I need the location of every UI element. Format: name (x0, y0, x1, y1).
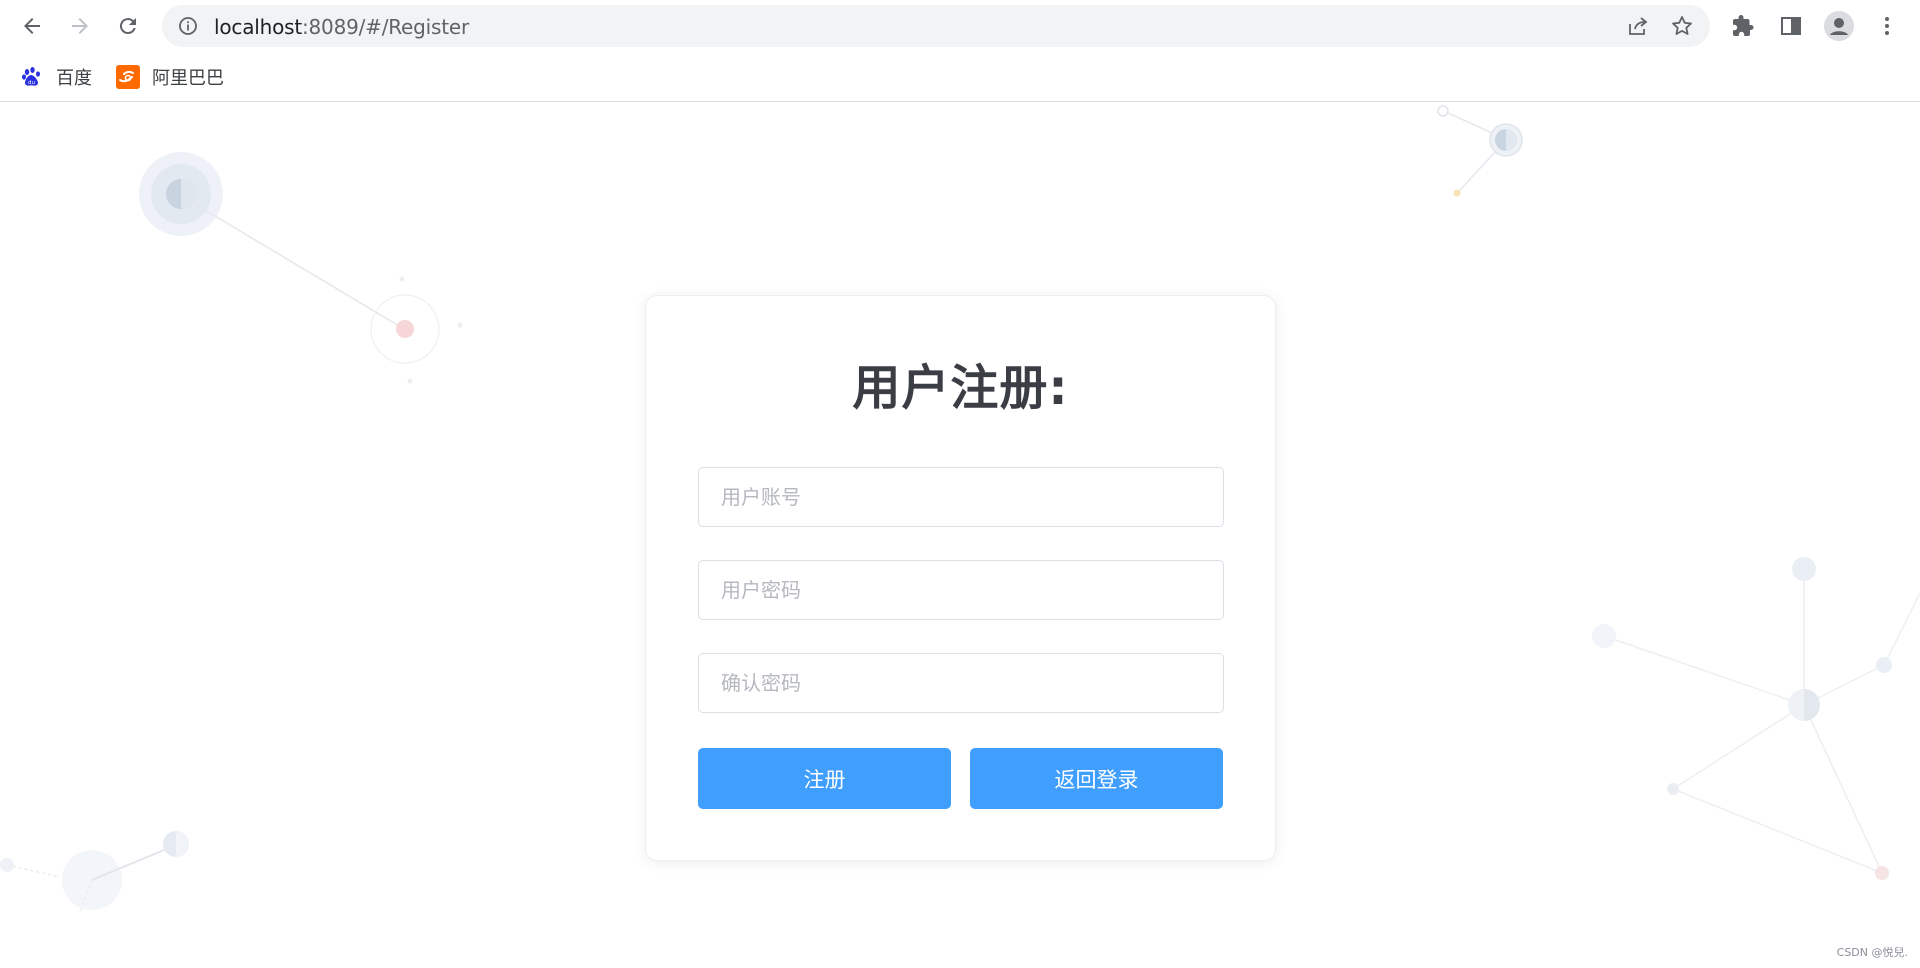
back-button[interactable] (16, 10, 48, 42)
baidu-icon: du (20, 65, 44, 89)
url-text[interactable]: localhost:8089/#/Register (214, 15, 469, 39)
info-icon[interactable] (178, 16, 198, 36)
confirm-password-field[interactable] (698, 653, 1224, 713)
bookmark-label: 百度 (56, 68, 92, 89)
bookmark-alibaba[interactable]: 阿里巴巴 (116, 64, 224, 90)
reload-icon (119, 18, 136, 35)
register-page: 用户注册: 注册 返回登录 CSDN @悦兒. (0, 103, 1920, 968)
bookmark-baidu[interactable]: du 百度 (20, 64, 92, 90)
reload-button[interactable] (112, 10, 144, 42)
side-panel-button[interactable] (1775, 10, 1807, 42)
forward-button[interactable] (64, 10, 96, 42)
forward-arrow-icon (72, 18, 88, 34)
page-title: 用户注册: (852, 360, 1069, 416)
browser-toolbar: localhost:8089/#/Register (0, 0, 1920, 52)
bookmarks-bar: du 百度 阿里巴巴 (0, 52, 1920, 102)
menu-button[interactable] (1871, 10, 1903, 42)
bookmark-star-icon[interactable] (1670, 14, 1694, 38)
account-field[interactable] (698, 467, 1224, 527)
url-host: localhost (214, 15, 302, 39)
address-bar[interactable]: localhost:8089/#/Register (162, 5, 1710, 47)
confirm-password-input[interactable] (699, 654, 1223, 712)
register-button[interactable]: 注册 (698, 748, 951, 809)
extensions-button[interactable] (1727, 10, 1759, 42)
register-card: 用户注册: 注册 返回登录 (645, 295, 1276, 861)
bookmark-label: 阿里巴巴 (152, 68, 224, 89)
puzzle-icon (1733, 15, 1754, 36)
svg-text:du: du (28, 80, 35, 86)
password-field[interactable] (698, 560, 1224, 620)
alibaba-icon (116, 65, 140, 89)
back-arrow-icon (24, 18, 40, 34)
share-icon[interactable] (1626, 14, 1650, 38)
profile-button[interactable] (1823, 10, 1855, 42)
more-vert-icon (1885, 17, 1889, 35)
side-panel-icon (1781, 17, 1801, 35)
watermark: CSDN @悦兒. (1836, 946, 1908, 959)
back-to-login-button[interactable]: 返回登录 (970, 748, 1223, 809)
url-path: :8089/#/Register (301, 15, 469, 39)
password-input[interactable] (699, 561, 1223, 619)
account-input[interactable] (699, 468, 1223, 526)
avatar-icon (1824, 11, 1854, 41)
